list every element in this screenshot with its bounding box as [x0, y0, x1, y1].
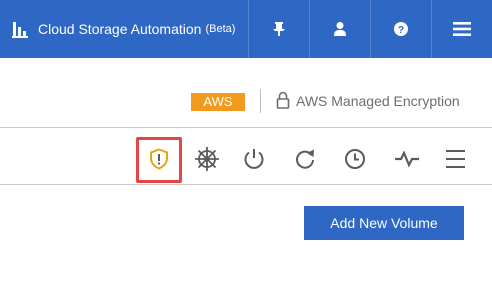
- more-actions-button[interactable]: [442, 146, 468, 172]
- main-menu-button[interactable]: [431, 0, 492, 58]
- pin-button[interactable]: [248, 0, 309, 58]
- menu-icon: [446, 150, 465, 168]
- menu-icon: [453, 22, 471, 36]
- helm-icon: [195, 147, 219, 171]
- power-icon: [244, 149, 264, 169]
- svg-text:?: ?: [398, 25, 404, 36]
- brand[interactable]: Cloud Storage Automation (Beta): [0, 0, 248, 58]
- history-button[interactable]: [342, 146, 368, 172]
- user-button[interactable]: [309, 0, 370, 58]
- pin-icon: [273, 22, 285, 36]
- monitoring-button[interactable]: [394, 146, 420, 172]
- security-alert-button[interactable]: [146, 146, 172, 172]
- beta-label: (Beta): [205, 23, 236, 35]
- encryption-label: AWS Managed Encryption: [296, 93, 460, 109]
- user-icon: [334, 22, 346, 36]
- lock-icon: [276, 91, 290, 109]
- shield-alert-icon: [150, 148, 168, 170]
- helm-button[interactable]: [194, 146, 220, 172]
- activity-icon: [395, 150, 419, 168]
- refresh-button[interactable]: [292, 146, 318, 172]
- provider-badge: AWS: [191, 93, 245, 111]
- clock-icon: [345, 149, 365, 169]
- help-button[interactable]: ?: [370, 0, 431, 58]
- refresh-icon: [296, 149, 314, 169]
- app-title: Cloud Storage Automation: [38, 21, 202, 37]
- add-new-volume-button[interactable]: Add New Volume: [304, 206, 464, 240]
- top-nav-bar: Cloud Storage Automation (Beta) ?: [0, 0, 492, 58]
- help-icon: ?: [394, 22, 408, 36]
- power-button[interactable]: [241, 146, 267, 172]
- divider: [260, 89, 261, 113]
- bar-chart-icon: [12, 22, 28, 38]
